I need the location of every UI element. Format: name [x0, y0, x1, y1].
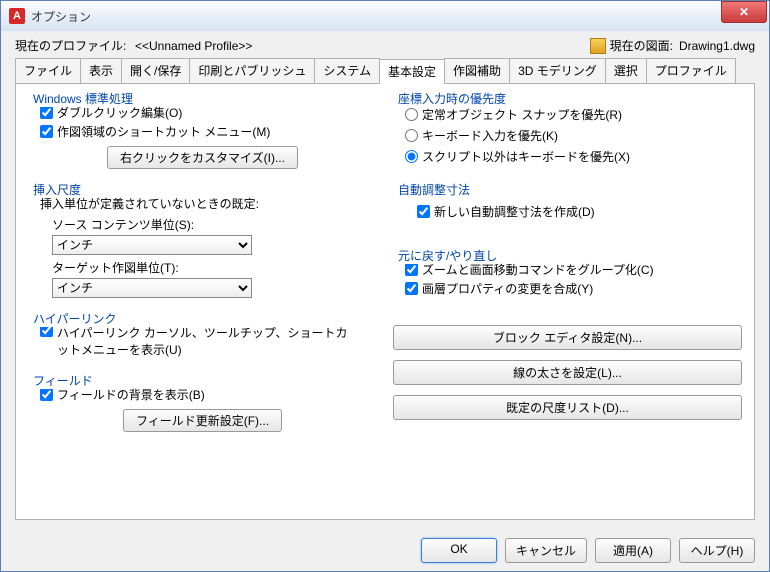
- right-column: 座標入力時の優先度 定常オブジェクト スナップを優先(R) キーボード入力を優先…: [391, 92, 744, 511]
- group-assoc-dim: 自動調整寸法 新しい自動調整寸法を作成(D): [391, 183, 744, 243]
- titlebar: A オプション ✕: [1, 1, 769, 31]
- group-title: ハイパーリンク: [30, 310, 120, 327]
- current-drawing-label: 現在の図面:: [610, 37, 673, 54]
- window-title: オプション: [31, 8, 721, 25]
- current-drawing-value: Drawing1.dwg: [679, 39, 755, 53]
- chk-label: 作図領域のショートカット メニュー(M): [57, 123, 270, 140]
- radio-input[interactable]: [405, 150, 418, 163]
- help-button[interactable]: ヘルプ(H): [679, 538, 755, 563]
- options-dialog: A オプション ✕ 現在のプロファイル: <<Unnamed Profile>>…: [0, 0, 770, 572]
- chk-label: 画層プロパティの変更を合成(Y): [422, 280, 593, 297]
- tab-body: Windows 標準処理 ダブルクリック編集(O) 作図領域のショートカット メ…: [15, 84, 755, 520]
- radio-keyboard-except-script[interactable]: スクリプト以外はキーボードを優先(X): [405, 148, 736, 165]
- content-area: 現在のプロファイル: <<Unnamed Profile>> 現在の図面: Dr…: [1, 31, 769, 530]
- insert-scale-desc: 挿入単位が定義されていないときの既定:: [40, 195, 371, 212]
- tab-display[interactable]: 表示: [80, 58, 122, 83]
- radio-label: スクリプト以外はキーボードを優先(X): [422, 148, 630, 165]
- group-insert-scale: 挿入尺度 挿入単位が定義されていないときの既定: ソース コンテンツ単位(S):…: [26, 183, 379, 306]
- drawing-icon: [590, 38, 606, 54]
- source-units-label: ソース コンテンツ単位(S):: [52, 216, 371, 233]
- tab-open-save[interactable]: 開く/保存: [121, 58, 190, 83]
- group-coord-priority: 座標入力時の優先度 定常オブジェクト スナップを優先(R) キーボード入力を優先…: [391, 92, 744, 177]
- apply-button[interactable]: 適用(A): [595, 538, 671, 563]
- btn-rightclick-customize[interactable]: 右クリックをカスタマイズ(I)...: [107, 146, 298, 169]
- close-button[interactable]: ✕: [721, 1, 767, 23]
- group-title: 自動調整寸法: [395, 181, 473, 198]
- ok-button[interactable]: OK: [421, 538, 497, 563]
- chk-input[interactable]: [405, 263, 418, 276]
- tab-drafting[interactable]: 作図補助: [444, 58, 510, 83]
- chk-field-bg-input[interactable]: [40, 388, 53, 401]
- group-field: フィールド フィールドの背景を表示(B) フィールド更新設定(F)...: [26, 374, 379, 440]
- chk-hyperlink[interactable]: ハイパーリンク カーソル、ツールチップ、ショートカットメニューを表示(U): [40, 324, 371, 358]
- group-title: 挿入尺度: [30, 181, 84, 198]
- chk-input[interactable]: [405, 282, 418, 295]
- app-icon: A: [9, 8, 25, 24]
- chk-combine-layer[interactable]: 画層プロパティの変更を合成(Y): [405, 280, 736, 297]
- group-title: Windows 標準処理: [30, 90, 136, 107]
- current-profile-value: <<Unnamed Profile>>: [135, 39, 590, 53]
- close-icon: ✕: [739, 5, 749, 19]
- target-units-label: ターゲット作図単位(T):: [52, 259, 371, 276]
- group-hyperlink: ハイパーリンク ハイパーリンク カーソル、ツールチップ、ショートカットメニューを…: [26, 312, 379, 368]
- btn-block-editor-settings[interactable]: ブロック エディタ設定(N)...: [393, 325, 742, 350]
- radio-input[interactable]: [405, 108, 418, 121]
- group-title: フィールド: [30, 372, 96, 389]
- chk-assoc-dim[interactable]: 新しい自動調整寸法を作成(D): [417, 203, 736, 220]
- chk-dblclick-edit-input[interactable]: [40, 106, 53, 119]
- tab-print-publish[interactable]: 印刷とパブリッシュ: [189, 58, 315, 83]
- tab-profiles[interactable]: プロファイル: [646, 58, 736, 83]
- chk-shortcut-menu-input[interactable]: [40, 125, 53, 138]
- tab-preferences[interactable]: 基本設定: [379, 59, 445, 84]
- btn-default-scale-list[interactable]: 既定の尺度リスト(D)...: [393, 395, 742, 420]
- tab-selection[interactable]: 選択: [605, 58, 647, 83]
- group-windows-standard: Windows 標準処理 ダブルクリック編集(O) 作図領域のショートカット メ…: [26, 92, 379, 177]
- radio-osnap-priority[interactable]: 定常オブジェクト スナップを優先(R): [405, 106, 736, 123]
- left-column: Windows 標準処理 ダブルクリック編集(O) 作図領域のショートカット メ…: [26, 92, 379, 511]
- tab-file[interactable]: ファイル: [15, 58, 81, 83]
- source-units-select[interactable]: インチ: [52, 235, 252, 255]
- chk-assoc-dim-input[interactable]: [417, 205, 430, 218]
- btn-lineweight-settings[interactable]: 線の太さを設定(L)...: [393, 360, 742, 385]
- current-profile-label: 現在のプロファイル:: [15, 37, 135, 54]
- tab-system[interactable]: システム: [314, 58, 380, 83]
- dialog-footer: OK キャンセル 適用(A) ヘルプ(H): [1, 530, 769, 571]
- group-undo-redo: 元に戻す/やり直し ズームと画面移動コマンドをグループ化(C) 画層プロパティの…: [391, 249, 744, 307]
- radio-label: キーボード入力を優先(K): [422, 127, 558, 144]
- btn-field-update-settings[interactable]: フィールド更新設定(F)...: [123, 409, 282, 432]
- group-title: 元に戻す/やり直し: [395, 247, 500, 264]
- radio-input[interactable]: [405, 129, 418, 142]
- radio-label: 定常オブジェクト スナップを優先(R): [422, 106, 622, 123]
- tab-strip: ファイル 表示 開く/保存 印刷とパブリッシュ システム 基本設定 作図補助 3…: [15, 58, 755, 84]
- radio-keyboard-priority[interactable]: キーボード入力を優先(K): [405, 127, 736, 144]
- group-title: 座標入力時の優先度: [395, 90, 509, 107]
- profile-row: 現在のプロファイル: <<Unnamed Profile>> 現在の図面: Dr…: [15, 37, 755, 54]
- chk-shortcut-menu[interactable]: 作図領域のショートカット メニュー(M): [40, 123, 371, 140]
- tab-3d-modeling[interactable]: 3D モデリング: [509, 58, 606, 83]
- chk-label: ハイパーリンク カーソル、ツールチップ、ショートカットメニューを表示(U): [57, 324, 357, 358]
- chk-label: 新しい自動調整寸法を作成(D): [434, 203, 595, 220]
- target-units-select[interactable]: インチ: [52, 278, 252, 298]
- cancel-button[interactable]: キャンセル: [505, 538, 587, 563]
